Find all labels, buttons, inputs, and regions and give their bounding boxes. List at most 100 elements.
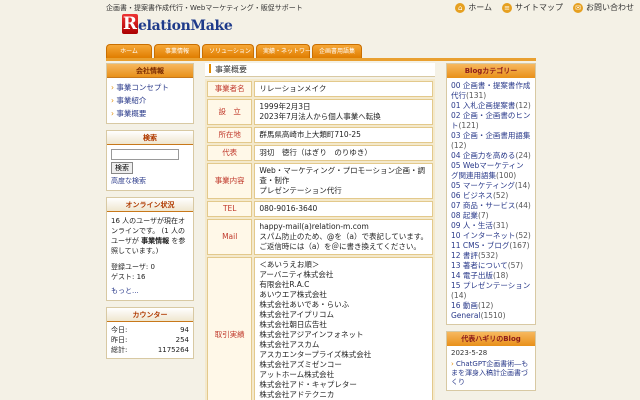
sidebar-item-intro[interactable]: 事業紹介 — [111, 94, 189, 107]
nav-tab-solution[interactable]: ソリューション — [202, 44, 254, 58]
blog-category-box: Blogカテゴリー 00 企画書・提案書作成代行(131) 01 入札企画提案書(… — [446, 63, 536, 325]
blog-category-count: (121) — [458, 121, 479, 130]
blog-category-item[interactable]: 08 起業(7) — [451, 211, 531, 221]
blog-category-name: 05 マーケティング — [451, 181, 515, 190]
sidebar-item-concept[interactable]: 事業コンセプト — [111, 81, 189, 94]
blog-category-item[interactable]: 05 Webマーケティング関連用語集(100) — [451, 161, 531, 181]
blog-category-item[interactable]: 00 企画書・提案書作成代行(131) — [451, 81, 531, 101]
blog-category-name: 10 インターネット — [451, 231, 516, 240]
online-status-title: オンライン状況 — [107, 198, 193, 212]
logo[interactable]: R elationMake — [122, 12, 233, 34]
blog-category-item[interactable]: 03 企画・企画書用語集(12) — [451, 131, 531, 151]
top-link-label: サイトマップ — [515, 3, 563, 12]
blog-category-item[interactable]: 07 商品・サービス(44) — [451, 201, 531, 211]
top-link-contact[interactable]: ✉ お問い合わせ — [573, 2, 634, 13]
top-links: ⌂ ホーム ≡ サイトマップ ✉ お問い合わせ — [455, 2, 634, 13]
nav-underline — [106, 58, 536, 61]
blog-category-item[interactable]: 15 プレゼンテーション(14) — [451, 281, 531, 301]
advanced-search-link[interactable]: 高度な検索 — [111, 176, 189, 186]
search-button[interactable]: 検索 — [111, 162, 133, 174]
blog-category-name: 01 入札企画提案書 — [451, 101, 516, 110]
blog-category-count: (18) — [492, 271, 509, 280]
blog-category-count: (31) — [492, 221, 509, 230]
profile-row: 事業者名 リレーションメイク — [207, 81, 433, 97]
profile-row: 取引実績 ＜あいうえお順＞ アーバニティ株式会社 有限会社R.A.C あいウエア株式会社… — [207, 257, 433, 400]
profile-value-line: 株式会社アスカム — [259, 340, 320, 349]
counter-label: 今日: — [111, 326, 128, 334]
nav-tab-glossary[interactable]: 企画書用語集 — [312, 44, 362, 58]
profile-value-line: 株式会社アイプリコム — [259, 310, 334, 319]
blog-category-count: (52) — [492, 191, 509, 200]
blog-category-item[interactable]: 16 動画(12) — [451, 301, 531, 311]
online-module: 事業情報 — [141, 237, 170, 245]
blog-category-item[interactable]: 05 マーケティング(14) — [451, 181, 531, 191]
profile-value: happy-mail(a)relation-m.com スパム防止のため、@を（a… — [254, 219, 433, 255]
registered-users: 登録ユーザ: 0 — [111, 263, 155, 271]
profile-label: 事業者名 — [207, 81, 253, 97]
profile-value-line: 羽切 徳行（はぎり のりゆき） — [259, 148, 372, 157]
company-profile-table: 事業者名 リレーションメイク設 立 1999年2月3日 2023年7月法人から個人事業… — [205, 79, 435, 400]
blog-category-count: (57) — [507, 261, 524, 270]
nav-tab-business[interactable]: 事業情報 — [154, 44, 200, 58]
blog-category-name: 07 商品・サービス — [451, 201, 516, 210]
blog-category-name: 16 動画 — [451, 301, 478, 310]
blog-category-count: (14) — [514, 181, 531, 190]
profile-label: TEL — [207, 201, 253, 217]
top-link-home[interactable]: ⌂ ホーム — [455, 2, 492, 13]
header: 企画書・提案書作成代行・Webマーケティング・販促サポート R elationM… — [0, 0, 640, 42]
profile-value-line: 2023年7月法人から個人事業へ転換 — [259, 112, 381, 121]
blog-category-item[interactable]: 12 書評(532) — [451, 251, 531, 261]
profile-value-line: 株式会社朝日広告社 — [259, 320, 327, 329]
online-more-link[interactable]: もっと... — [111, 286, 189, 296]
nav-tab-home[interactable]: ホーム — [106, 44, 152, 58]
profile-row: 事業内容 Web・マーケティング・プロモーション企画・調 査・制作 プレゼンテーション… — [207, 163, 433, 199]
counter-label: 昨日: — [111, 336, 128, 344]
top-link-label: ホーム — [468, 3, 492, 12]
blog-category-count: (52) — [515, 231, 531, 240]
blog-category-item[interactable]: 06 ビジネス(52) — [451, 191, 531, 201]
blog-category-item[interactable]: 11 CMS・ブログ(167) — [451, 241, 531, 251]
blog-category-count: (12) — [477, 301, 494, 310]
profile-value-line: 有限会社R.A.C — [259, 280, 310, 289]
blog-category-item[interactable]: 02 企画・企画書のヒント(121) — [451, 111, 531, 131]
top-link-sitemap[interactable]: ≡ サイトマップ — [502, 2, 563, 13]
search-title: 検索 — [107, 131, 193, 145]
blog-category-item[interactable]: 01 入札企画提案書(12) — [451, 101, 531, 111]
blog-category-name: 12 書評 — [451, 251, 478, 260]
profile-value-line: 株式会社アズミゼンコー — [259, 360, 342, 369]
blog-category-item[interactable]: General(1510) — [451, 311, 531, 321]
blog-category-title: Blogカテゴリー — [447, 64, 535, 78]
blog-category-count: (167) — [509, 241, 530, 250]
mail-icon: ✉ — [573, 2, 583, 13]
company-info-box: 会社情報 事業コンセプト 事業紹介 事業概要 — [106, 63, 194, 124]
main-content: 事業概要 事業者名 リレーションメイク設 立 1999年2月3日 2023年7月法人か… — [205, 63, 435, 400]
blog-category-item[interactable]: 13 著者について(57) — [451, 261, 531, 271]
profile-label: Mail — [207, 219, 253, 255]
nav-tab-network[interactable]: 実績・ネットワーク — [256, 44, 317, 58]
blog-entry-link[interactable]: ChatGPT企画書術―もまを渾身入稿計企画書づくり — [451, 360, 531, 387]
profile-value: リレーションメイク — [254, 81, 433, 97]
sitemap-icon: ≡ — [502, 2, 512, 13]
profile-value-line: ご返信時には（a）を＠に書き換えてください。 — [259, 242, 421, 251]
profile-value: ＜あいうえお順＞ アーバニティ株式会社 有限会社R.A.C あいウエア株式会社 株式会社… — [254, 257, 433, 400]
profile-label: 事業内容 — [207, 163, 253, 199]
company-info-title: 会社情報 — [107, 64, 193, 78]
counter-row-total: 総計: 1175264 — [111, 345, 189, 355]
profile-value-line: プレゼンテーション代行 — [259, 186, 342, 195]
profile-value: 羽切 徳行（はぎり のりゆき） — [254, 145, 433, 161]
main-nav: ホーム 事業情報 ソリューション 実績・ネットワーク 企画書用語集 — [106, 44, 362, 58]
blog-category-name: 11 CMS・ブログ — [451, 241, 510, 250]
profile-value-line: 080-9016-3640 — [259, 204, 318, 213]
profile-row: 所在地 群馬県高崎市上大類町710-25 — [207, 127, 433, 143]
blog-category-item[interactable]: 14 電子出版(18) — [451, 271, 531, 281]
blog-category-item[interactable]: 09 人・生活(31) — [451, 221, 531, 231]
profile-row: TEL 080-9016-3640 — [207, 201, 433, 217]
profile-value-line: リレーションメイク — [259, 84, 327, 93]
sidebar-item-overview[interactable]: 事業概要 — [111, 107, 189, 120]
profile-value-line: ＜あいうえお順＞ — [259, 260, 320, 269]
blog-category-item[interactable]: 04 企画力を高める(24) — [451, 151, 531, 161]
profile-row: Mail happy-mail(a)relation-m.com スパム防止のため、… — [207, 219, 433, 255]
guest-users: ゲスト: 16 — [111, 273, 146, 281]
search-input[interactable] — [111, 149, 179, 160]
blog-category-item[interactable]: 10 インターネット(52) — [451, 231, 531, 241]
